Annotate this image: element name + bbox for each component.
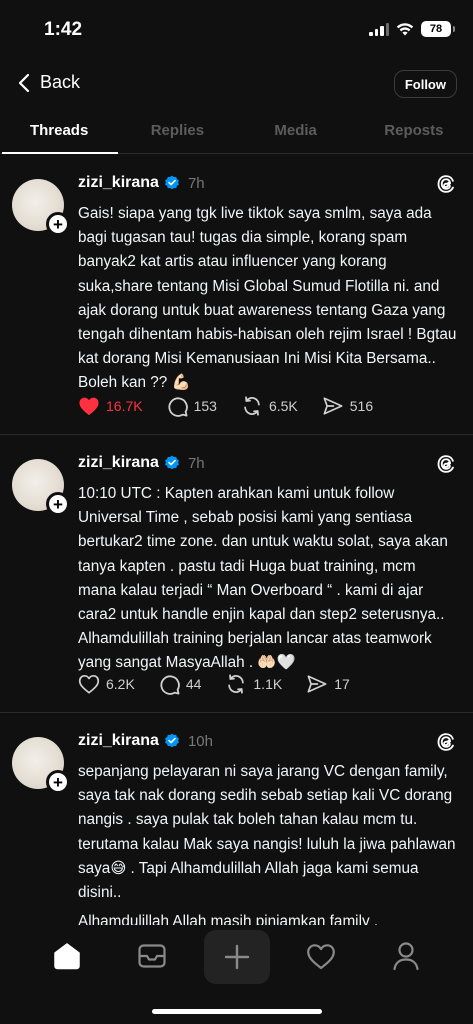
threads-feed: + zizi_kirana 7h Gais! siapa yang tgk li…	[0, 155, 473, 925]
wifi-icon	[396, 23, 414, 36]
activity-heart-icon	[307, 943, 335, 969]
like-button[interactable]: 16.7K	[78, 396, 143, 416]
post-header: zizi_kirana 7h	[78, 454, 205, 472]
comment-count: 44	[185, 676, 202, 692]
follow-button[interactable]: Follow	[393, 70, 457, 98]
post-header: zizi_kirana 7h	[78, 174, 205, 192]
status-time: 1:42	[44, 19, 83, 40]
repost-icon	[228, 674, 245, 694]
create-button[interactable]	[204, 930, 270, 984]
post-paragraph: sepanjang pelayaran ni saya jarang VC de…	[78, 763, 456, 902]
profile-icon	[393, 942, 419, 971]
thread-post[interactable]: + zizi_kirana 7h 10:10 UTC : Kapten arah…	[0, 435, 473, 713]
inbox-tab[interactable]	[134, 938, 170, 974]
heart-icon	[78, 674, 100, 694]
profile-tabs: Threads Replies Media Reposts	[0, 114, 473, 154]
tab-media[interactable]: Media	[237, 114, 355, 153]
nav-bar: Back Follow	[0, 66, 473, 102]
repost-count: 1.1K	[253, 676, 283, 692]
back-button[interactable]: Back	[18, 72, 80, 93]
share-count: 516	[349, 398, 374, 414]
threads-logo-icon[interactable]	[435, 731, 457, 753]
threads-logo-icon[interactable]	[435, 173, 457, 195]
username[interactable]: zizi_kirana	[78, 454, 159, 472]
verified-icon	[165, 175, 179, 190]
follow-plus-icon[interactable]: +	[46, 770, 70, 794]
thread-post[interactable]: + zizi_kirana 10h sepanjang pelayaran ni…	[0, 713, 473, 925]
share-button[interactable]: 17	[306, 674, 350, 694]
post-header: zizi_kirana 10h	[78, 732, 213, 750]
share-button[interactable]: 516	[322, 396, 373, 416]
username[interactable]: zizi_kirana	[78, 732, 159, 750]
follow-plus-icon[interactable]: +	[46, 492, 70, 516]
post-text: 10:10 UTC : Kapten arahkan kami untuk fo…	[78, 485, 448, 672]
verified-icon	[165, 455, 179, 470]
thread-post[interactable]: + zizi_kirana 7h Gais! siapa yang tgk li…	[0, 155, 473, 435]
tab-replies[interactable]: Replies	[118, 114, 236, 153]
heart-icon	[79, 397, 99, 416]
plus-icon	[224, 944, 250, 970]
post-time: 7h	[187, 454, 205, 472]
repost-icon	[244, 396, 260, 416]
like-count: 16.7K	[106, 398, 143, 414]
post-actions: 16.7K 153 6.5K 516	[78, 395, 397, 417]
status-bar: 1:42 78	[0, 0, 473, 60]
post-paragraph: Alhamdulillah Allah masih pinjamkan fami…	[78, 913, 379, 925]
chevron-left-icon	[18, 73, 30, 92]
home-tab[interactable]	[49, 938, 85, 974]
comment-icon	[160, 674, 180, 695]
post-actions: 6.2K 44 1.1K 17	[78, 673, 374, 695]
comment-icon	[168, 396, 188, 417]
post-text: Gais! siapa yang tgk live tiktok saya sm…	[78, 205, 457, 392]
profile-tab[interactable]	[388, 938, 424, 974]
home-indicator	[152, 1009, 322, 1014]
bottom-tab-bar	[0, 925, 473, 1024]
cellular-signal-icon	[369, 22, 389, 36]
activity-tab[interactable]	[303, 938, 339, 974]
share-icon	[323, 397, 343, 415]
post-time: 7h	[187, 174, 205, 192]
repost-button[interactable]: 6.5K	[241, 395, 298, 417]
tab-reposts[interactable]: Reposts	[355, 114, 473, 153]
tab-threads[interactable]: Threads	[0, 114, 119, 154]
threads-logo-icon[interactable]	[435, 453, 457, 475]
comment-button[interactable]: 153	[167, 396, 217, 417]
username[interactable]: zizi_kirana	[78, 174, 159, 192]
post-text: sepanjang pelayaran ni saya jarang VC de…	[78, 760, 458, 925]
back-label: Back	[40, 72, 81, 92]
follow-plus-icon[interactable]: +	[46, 212, 70, 236]
comment-button[interactable]: 44	[159, 674, 202, 695]
inbox-icon	[138, 944, 166, 968]
share-count: 17	[334, 676, 350, 692]
battery-indicator: 78	[421, 21, 455, 37]
verified-icon	[165, 733, 179, 748]
like-count: 6.2K	[106, 676, 135, 692]
like-button[interactable]: 6.2K	[78, 674, 135, 694]
comment-count: 153	[193, 398, 217, 414]
repost-count: 6.5K	[268, 398, 298, 414]
repost-button[interactable]: 1.1K	[225, 673, 282, 695]
home-icon	[54, 943, 80, 970]
post-time: 10h	[187, 732, 213, 750]
status-icons: 78	[369, 21, 455, 37]
share-icon	[307, 675, 327, 693]
